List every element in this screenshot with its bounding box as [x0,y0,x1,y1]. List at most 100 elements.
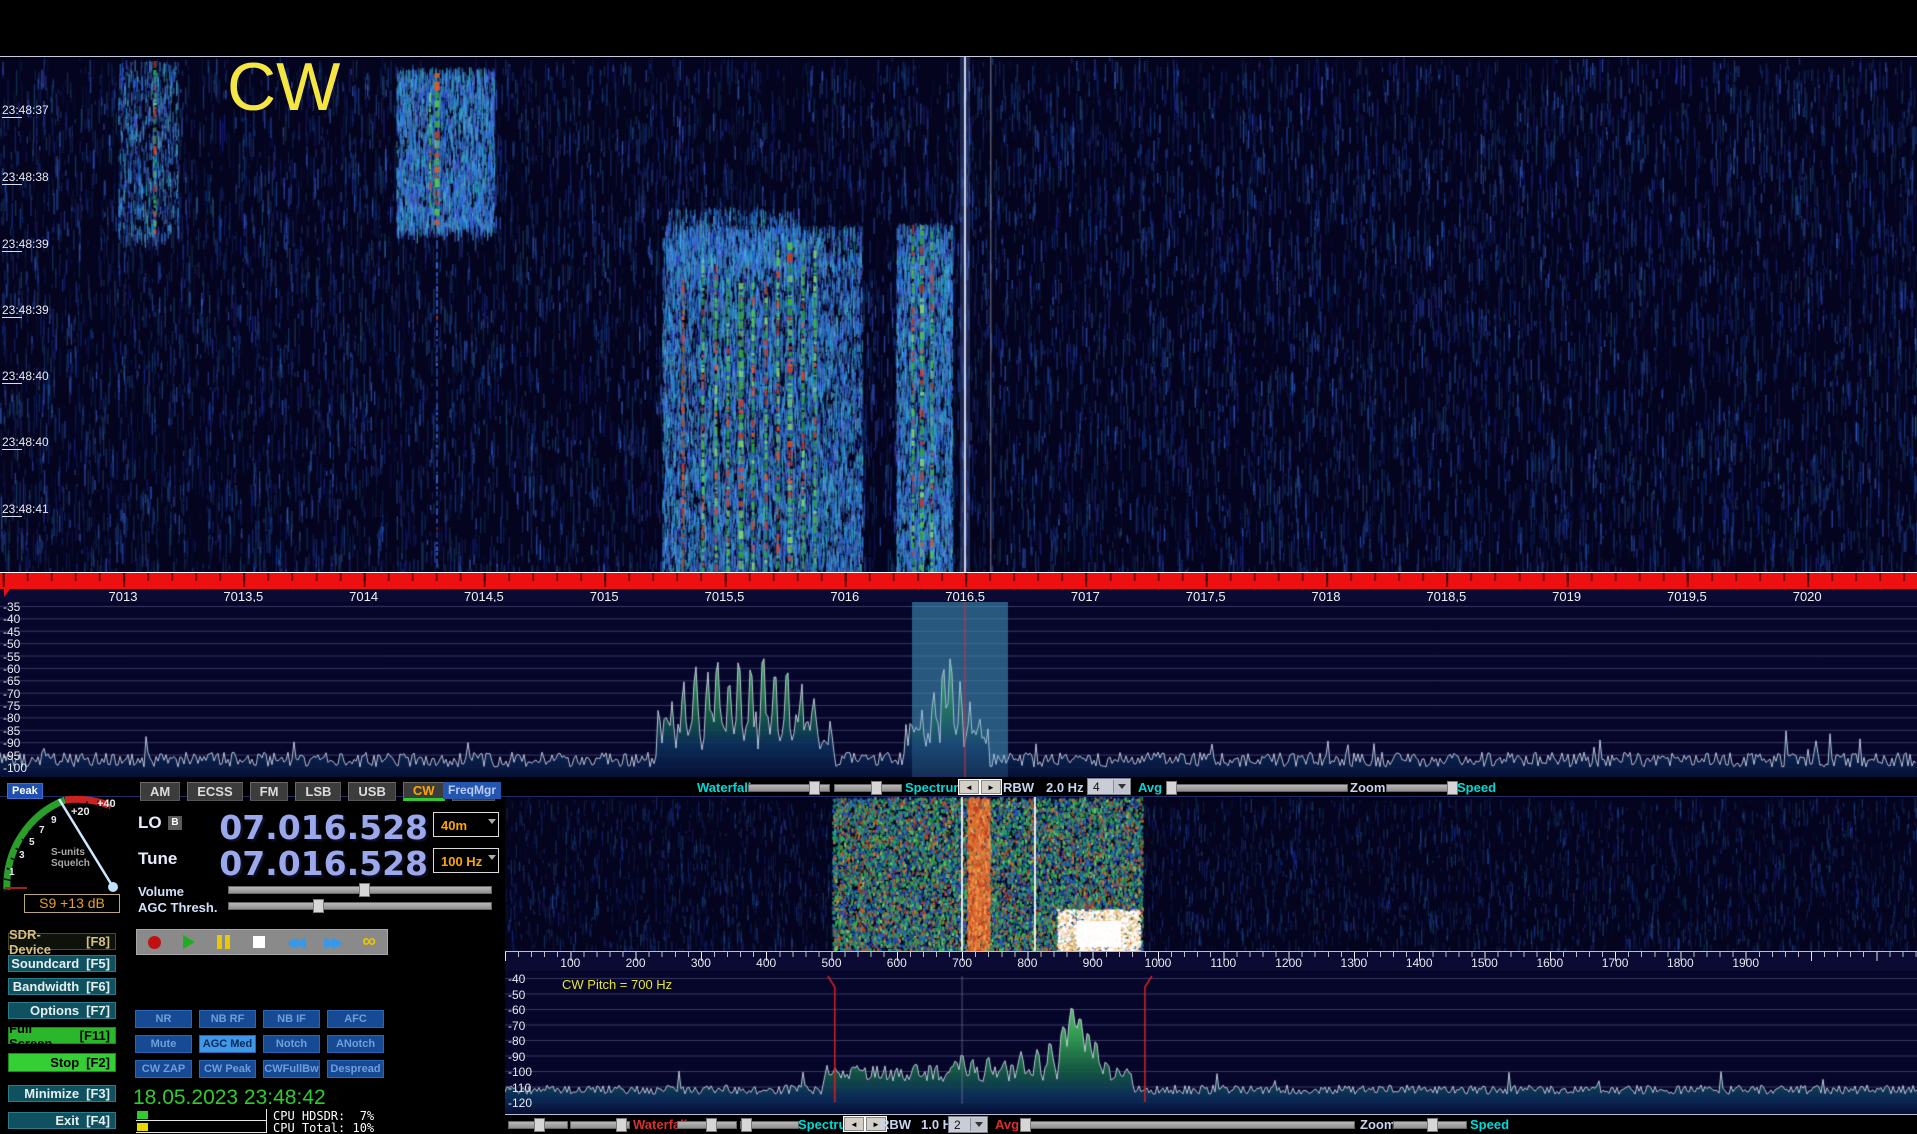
audio-spectrum[interactable] [505,971,1917,1114]
pause-icon[interactable] [217,935,230,949]
audio-scale-label: 1000 [1145,956,1172,970]
smeter-scale-label: +40 [97,798,116,810]
smeter-value: S9 +13 dB [24,894,120,913]
dsp-button-despread[interactable]: Despread [327,1060,384,1078]
audio-scale-label: 1800 [1667,956,1694,970]
audio-sp-slider-1[interactable] [677,1121,737,1129]
sys-button-full-screen[interactable]: Full Screen[F11] [8,1027,116,1044]
audio-db-label: -90 [508,1050,525,1064]
audio-db-label: -100 [508,1065,532,1079]
band-select[interactable]: 40m [433,812,499,837]
audio-scale-label: 800 [1017,956,1037,970]
chevron-down-icon[interactable] [488,819,496,844]
audio-sp-slider-2[interactable] [740,1121,799,1129]
smeter-scale-label: 9 [51,815,57,826]
sys-button-options[interactable]: Options[F7] [8,1002,116,1019]
rf-rbw-value: 2.0 Hz [1046,780,1084,795]
agc-threshold-slider[interactable] [228,902,492,910]
rf-waterfall-brightness-slider[interactable] [748,784,830,792]
sys-button-exit[interactable]: Exit[F4] [8,1112,116,1129]
agc-threshold-label: AGC Thresh. [138,900,217,915]
freqmgr-button[interactable]: FreqMgr [443,782,501,799]
rewind-icon[interactable]: ◀◀ [287,934,303,951]
chevron-down-icon[interactable] [1113,780,1129,793]
mode-button-am[interactable]: AM [140,782,180,801]
rf-waterfall-contrast-slider[interactable] [834,784,902,792]
mode-button-usb[interactable]: USB [348,782,395,801]
sys-button-key: [F7] [86,1003,110,1018]
dsp-button-nr[interactable]: NR [135,1010,192,1028]
audio-wf-slider-1[interactable] [508,1121,568,1129]
dsp-button-cw-peak[interactable]: CW Peak [199,1060,256,1078]
audio-scale-label: 500 [821,956,841,970]
sys-button-sdr-device[interactable]: SDR-Device[F8] [8,933,116,950]
waterfall-timestamp: 23:48:39 [2,237,49,251]
sys-button-label: Full Screen [9,1021,73,1051]
dsp-button-afc[interactable]: AFC [327,1010,384,1028]
dsp-button-anotch[interactable]: ANotch [327,1035,384,1053]
audio-avg-slider[interactable] [1020,1121,1355,1129]
sys-button-key: [F6] [86,979,110,994]
audio-zoom-slider[interactable] [1393,1121,1467,1129]
fast-forward-icon[interactable]: ▶▶ [325,934,341,951]
sys-button-minimize[interactable]: Minimize[F3] [8,1085,116,1102]
audio-scale-label: 600 [887,956,907,970]
mode-button-cw[interactable]: CW [403,782,445,801]
audio-scale-label: 900 [1083,956,1103,970]
stop-icon[interactable] [253,936,265,948]
smeter-scale-label: 1 [9,867,15,878]
sys-button-key: [F5] [86,956,110,971]
rf-avg-label: Avg [1138,780,1162,795]
audio-scale-label: 1900 [1732,956,1759,970]
audio-wf-slider-2[interactable] [570,1121,630,1129]
audio-avg-combo[interactable]: 2 [948,1116,988,1133]
rf-spectrum[interactable] [0,602,1917,777]
cpu-hdsdr-bar [136,1109,267,1121]
rf-zoom-slider[interactable] [1386,784,1454,792]
frequency-scale-bar[interactable] [0,572,1917,590]
chevron-down-icon[interactable] [970,1118,986,1131]
audio-waterfall[interactable] [505,797,1917,951]
sys-button-stop[interactable]: Stop[F2] [8,1053,116,1072]
mode-button-lsb[interactable]: LSB [295,782,341,801]
cpu-total-chip [137,1123,148,1131]
rf-avg-slider[interactable] [1166,784,1348,792]
audio-zoom-label: Zoom [1360,1117,1395,1132]
record-icon[interactable] [148,936,161,949]
lo-frequency-display[interactable]: 07.016.528 [138,808,428,847]
audio-scale-label: 1100 [1210,956,1236,970]
mode-button-fm[interactable]: FM [250,782,289,801]
volume-label: Volume [138,884,184,899]
rf-db-label: -100 [3,761,27,775]
dsp-button-nb-rf[interactable]: NB RF [199,1010,256,1028]
dsp-button-cwfullbw[interactable]: CWFullBw [263,1060,320,1078]
dsp-button-nb-if[interactable]: NB IF [263,1010,320,1028]
rf-waterfall[interactable] [0,57,1917,572]
sys-button-key: [F8] [86,934,110,949]
waterfall-timestamp: 23:48:41 [2,502,49,516]
dsp-button-notch[interactable]: Notch [263,1035,320,1053]
dsp-button-mute[interactable]: Mute [135,1035,192,1053]
chevron-down-icon[interactable] [488,855,496,880]
audio-scale-label: 700 [952,956,972,970]
step-select-value: 100 Hz [441,854,482,869]
spin-left-icon: ◄ [844,1117,864,1131]
sys-button-key: [F2] [86,1055,110,1070]
tune-frequency-display[interactable]: 07.016.528 [138,844,428,883]
play-icon[interactable] [183,935,195,949]
dsp-button-cw-zap[interactable]: CW ZAP [135,1060,192,1078]
mode-button-ecss[interactable]: ECSS [187,782,242,801]
spin-left-icon: ◄ [959,780,979,794]
sys-button-soundcard[interactable]: Soundcard[F5] [8,955,116,972]
sys-button-bandwidth[interactable]: Bandwidth[F6] [8,978,116,995]
rf-spectrum-spinner[interactable]: ◄► [958,779,1002,795]
mode-overlay-text: CW [227,48,340,126]
loop-icon[interactable]: ∞ [362,933,376,951]
dsp-button-agc-med[interactable]: AGC Med [199,1035,256,1053]
smeter-scale-label: Squelch [51,858,90,869]
sys-button-key: [F4] [86,1113,110,1128]
rf-avg-combo[interactable]: 4 [1087,778,1131,795]
volume-slider[interactable] [228,886,492,894]
step-select[interactable]: 100 Hz [433,848,499,873]
audio-db-label: -120 [508,1096,532,1110]
